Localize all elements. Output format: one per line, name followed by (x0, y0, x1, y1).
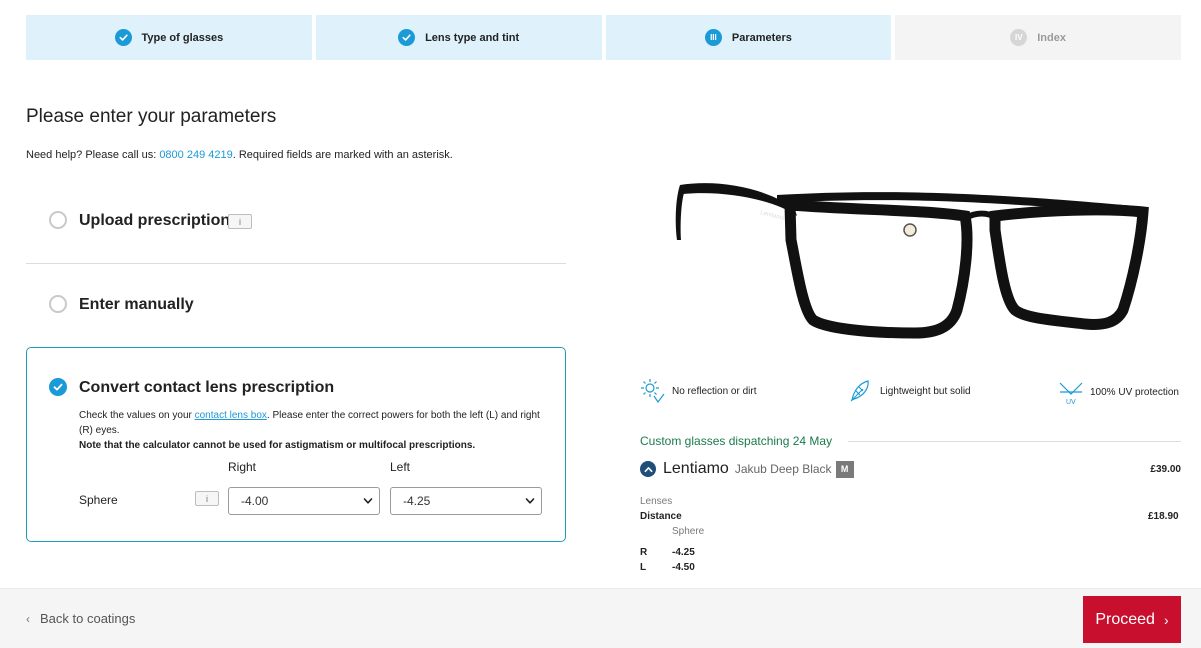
right-sphere-select[interactable]: -4.00 (228, 487, 380, 515)
info-icon[interactable]: i (195, 491, 219, 506)
step-parameters: III Parameters (605, 15, 892, 60)
chevron-left-icon: ‹ (26, 611, 30, 626)
chevron-down-icon (363, 498, 373, 504)
divider (848, 441, 1181, 442)
right-sphere-summary: -4.25 (672, 547, 695, 558)
step-label: Parameters (731, 31, 792, 44)
step-number-badge: III (704, 29, 722, 46)
distance-price: £18.90 (1148, 511, 1179, 522)
help-prefix: Need help? Please call us: (26, 149, 160, 161)
step-label: Type of glasses (141, 31, 224, 44)
convert-contact-lens-radio[interactable] (49, 378, 67, 396)
frame-price: £39.00 (1150, 463, 1181, 475)
calculator-note: Note that the calculator cannot be used … (79, 440, 476, 451)
collapse-toggle[interactable] (640, 461, 656, 477)
size-badge: M (835, 460, 854, 478)
enter-manually-radio[interactable] (49, 295, 67, 313)
left-eye-label: L (640, 562, 647, 573)
sphere-column-label: Sphere (672, 526, 705, 537)
distance-label: Distance (640, 511, 682, 522)
enter-manually-label[interactable]: Enter manually (79, 296, 194, 314)
step-index: IV Index (895, 15, 1181, 60)
page-title: Please enter your parameters (26, 106, 277, 127)
right-eye-label: R (640, 547, 648, 558)
desc-prefix: Check the values on your (79, 410, 195, 421)
sphere-label: Sphere (79, 493, 118, 507)
step-lens-type[interactable]: Lens type and tint (315, 15, 602, 60)
chevron-down-icon (525, 498, 535, 504)
proceed-button[interactable]: Proceed › (1083, 596, 1181, 643)
svg-text:Lentiamo: Lentiamo (760, 210, 786, 222)
chevron-up-icon (644, 466, 652, 472)
step-number-badge: IV (1010, 29, 1028, 46)
uv-icon-text: UV (1066, 399, 1076, 406)
uv-protection-icon: UV (1059, 382, 1083, 406)
check-icon (114, 29, 132, 46)
feature-lightweight: Lightweight but solid (848, 378, 971, 404)
feature-label: 100% UV protection (1090, 386, 1179, 398)
product-model: Jakub Deep Black (734, 462, 832, 476)
step-label: Index (1037, 31, 1066, 44)
chevron-right-icon: › (1163, 611, 1169, 628)
check-icon (398, 29, 416, 46)
convert-contact-lens-label[interactable]: Convert contact lens prescription (79, 379, 334, 397)
product-brand: Lentiamo (663, 460, 729, 477)
contact-lens-box-link[interactable]: contact lens box (195, 410, 267, 421)
step-label: Lens type and tint (425, 31, 520, 44)
left-sphere-value: -4.25 (403, 494, 431, 508)
proceed-label: Proceed (1095, 610, 1155, 628)
upload-prescription-radio[interactable] (49, 211, 67, 229)
left-sphere-select[interactable]: -4.25 (390, 487, 542, 515)
left-eye-header: Left (390, 460, 411, 474)
product-summary-row: Lentiamo Jakub Deep Black M £39.00 (640, 456, 1181, 482)
sun-reflection-icon (641, 379, 665, 404)
info-icon[interactable]: i (228, 214, 252, 229)
phone-link[interactable]: 0800 249 4219 (159, 149, 232, 161)
progress-stepper: Type of glasses Lens type and tint III P… (26, 15, 1181, 60)
dispatch-date: Custom glasses dispatching 24 May (640, 434, 833, 448)
back-label: Back to coatings (40, 611, 136, 626)
convert-description: Check the values on your contact lens bo… (79, 408, 549, 453)
footer-bar: ‹ Back to coatings Proceed › (0, 588, 1201, 648)
page-root: Type of glasses Lens type and tint III P… (0, 0, 1201, 648)
glasses-product-image: Lentiamo (675, 183, 1149, 339)
feature-label: Lightweight but solid (880, 385, 971, 397)
feature-no-reflection: No reflection or dirt (640, 378, 756, 404)
feature-uv-protection: UV 100% UV protection (1058, 378, 1179, 406)
help-suffix: . Required fields are marked with an ast… (232, 149, 453, 161)
left-sphere-summary: -4.50 (672, 562, 695, 573)
convert-contact-lens-card: Convert contact lens prescription Check … (26, 347, 566, 542)
check-icon (53, 383, 63, 391)
step-type-of-glasses[interactable]: Type of glasses (26, 15, 312, 60)
help-text: Need help? Please call us: 0800 249 4219… (26, 149, 453, 161)
right-sphere-value: -4.00 (241, 494, 269, 508)
back-to-coatings-link[interactable]: ‹ Back to coatings (26, 611, 135, 626)
divider (26, 263, 566, 264)
right-eye-header: Right (228, 460, 257, 474)
feature-label: No reflection or dirt (672, 385, 757, 397)
lenses-label: Lenses (640, 496, 673, 507)
upload-prescription-label[interactable]: Upload prescription (79, 212, 230, 230)
feather-icon (850, 380, 869, 402)
